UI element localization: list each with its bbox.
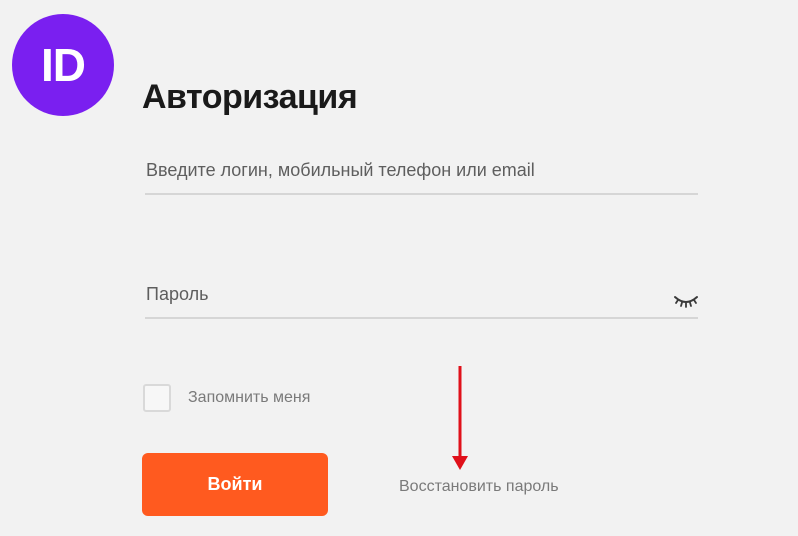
logo-text: ID bbox=[41, 39, 86, 91]
down-arrow-icon bbox=[452, 366, 468, 470]
password-field bbox=[145, 284, 698, 319]
login-button[interactable]: Войти bbox=[142, 453, 328, 516]
remember-checkbox[interactable] bbox=[143, 384, 171, 412]
remember-label: Запомнить меня bbox=[188, 389, 311, 406]
login-input[interactable] bbox=[145, 160, 666, 193]
restore-password-link[interactable]: Восстановить пароль bbox=[399, 478, 559, 496]
login-field bbox=[145, 160, 698, 195]
remember-me[interactable]: Запомнить меня bbox=[143, 384, 310, 412]
eye-closed-icon[interactable] bbox=[672, 290, 700, 310]
page-title: Авторизация bbox=[142, 78, 358, 116]
password-input[interactable] bbox=[145, 284, 666, 317]
login-page: ID Авторизация Запомнить меня Войти Восс… bbox=[0, 0, 798, 536]
id-logo: ID bbox=[12, 14, 114, 116]
